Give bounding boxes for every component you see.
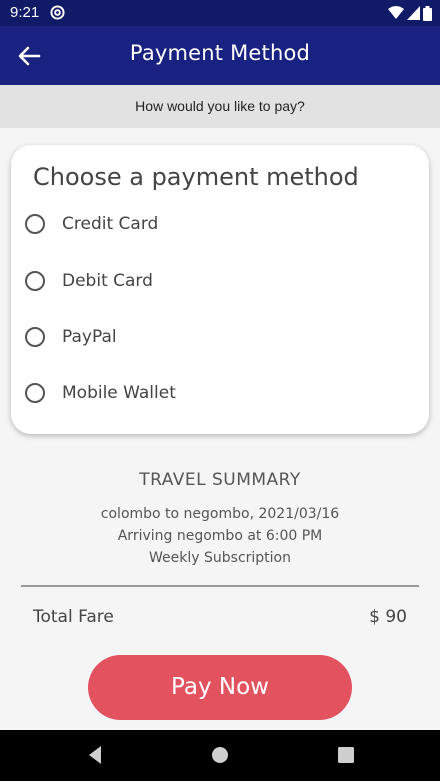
total-fare-value: $ 90 — [369, 607, 407, 627]
battery-icon — [423, 5, 432, 21]
option-paypal[interactable]: PayPal — [25, 317, 325, 357]
at-circle-icon — [50, 5, 65, 20]
radio-button[interactable] — [25, 271, 45, 291]
card-title: Choose a payment method — [33, 163, 359, 191]
radio-button[interactable] — [25, 214, 45, 234]
nav-home-icon[interactable] — [208, 744, 232, 766]
wifi-icon — [388, 6, 404, 19]
payment-method-card: Choose a payment method Credit Card Debi… — [11, 145, 429, 434]
nav-recents-icon[interactable] — [334, 744, 358, 766]
status-bar: 9:21 — [0, 0, 440, 26]
divider — [21, 585, 419, 587]
subheader: How would you like to pay? — [0, 85, 440, 128]
radio-button[interactable] — [25, 383, 45, 403]
summary-arrival: Arriving negombo at 6:00 PM — [117, 528, 323, 544]
option-credit-card[interactable]: Credit Card — [25, 204, 325, 244]
nav-back-icon[interactable] — [84, 744, 108, 766]
radio-button[interactable] — [25, 327, 45, 347]
status-time: 9:21 — [10, 4, 40, 21]
option-debit-card[interactable]: Debit Card — [25, 261, 325, 301]
summary-title: TRAVEL SUMMARY — [139, 470, 301, 490]
option-label: PayPal — [62, 327, 117, 347]
option-label: Credit Card — [62, 214, 159, 234]
summary-route: colombo to negombo, 2021/03/16 — [100, 506, 340, 522]
total-fare-label: Total Fare — [33, 607, 114, 627]
summary-plan: Weekly Subscription — [149, 550, 291, 566]
option-label: Debit Card — [62, 271, 153, 291]
status-icons — [388, 5, 432, 21]
system-nav-bar — [0, 730, 440, 781]
page-title: Payment Method — [129, 41, 311, 65]
option-mobile-wallet[interactable]: Mobile Wallet — [25, 373, 325, 413]
signal-icon — [407, 6, 420, 20]
option-label: Mobile Wallet — [62, 383, 176, 403]
pay-now-button[interactable]: Pay Now — [88, 655, 352, 720]
app-bar: Payment Method — [0, 26, 440, 85]
